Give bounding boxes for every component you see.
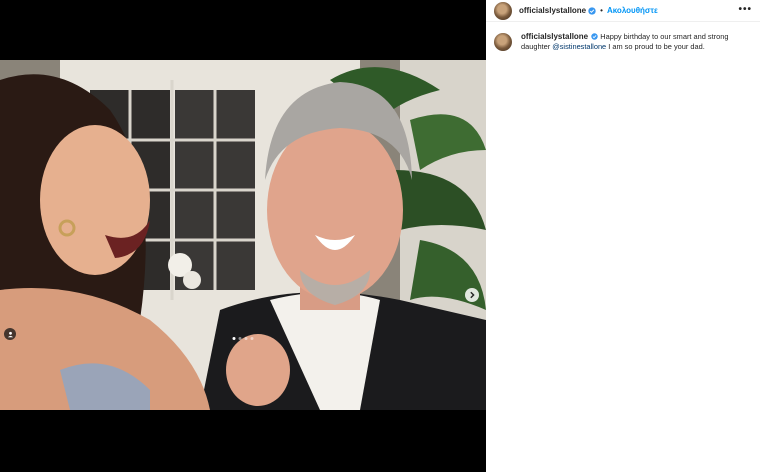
caption-text: officialslystallone Happy birthday to ou… (521, 32, 752, 52)
post-sidebar: officialslystallone • Ακολουθήστε ••• of… (486, 0, 760, 472)
follow-button[interactable]: Ακολουθήστε (607, 6, 658, 15)
carousel-dot (238, 337, 242, 340)
avatar[interactable] (494, 1, 512, 20)
carousel-indicator (232, 337, 254, 340)
caption-username[interactable]: officialslystallone (521, 32, 588, 41)
username-link[interactable]: officialslystallone (519, 6, 586, 15)
caption-body-end: I am so proud to be your dad. (606, 42, 705, 51)
media-pane (0, 0, 486, 472)
verified-badge-icon (588, 6, 596, 15)
mention-link[interactable]: @sistinestallone (552, 42, 606, 51)
caption-avatar[interactable] (494, 33, 512, 51)
carousel-dot (232, 337, 236, 340)
more-options-icon[interactable]: ••• (738, 4, 752, 15)
verified-badge-icon (591, 33, 598, 40)
post-header: officialslystallone • Ακολουθήστε ••• (486, 0, 760, 22)
header-separator: • (600, 6, 603, 15)
post-image (0, 60, 486, 410)
post-photo[interactable] (0, 60, 486, 410)
next-slide-button[interactable] (465, 288, 479, 302)
user-tag-button[interactable] (4, 328, 16, 340)
caption: officialslystallone Happy birthday to ou… (494, 32, 752, 52)
chevron-right-icon (470, 291, 475, 299)
user-tag-icon (7, 331, 13, 337)
carousel-dot (250, 337, 254, 340)
carousel-dot (244, 337, 248, 340)
